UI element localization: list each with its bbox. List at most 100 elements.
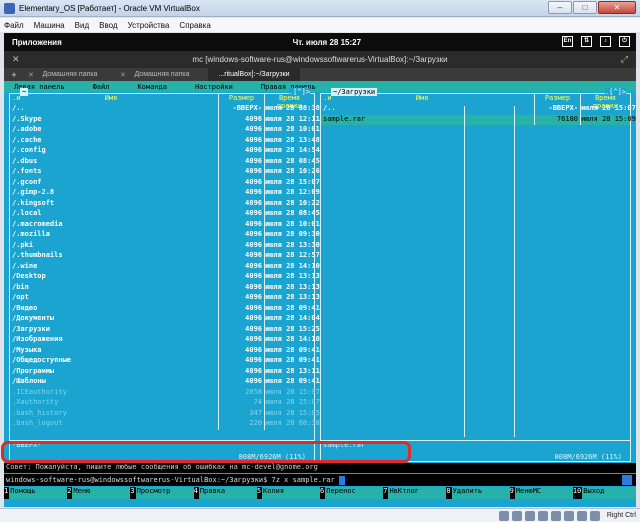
function-key-f2[interactable]: 2 Меню — [67, 487, 131, 499]
network-icon[interactable]: ⇅ — [581, 36, 592, 47]
file-row[interactable]: .bash_history 347 июля 28 15:05 — [10, 408, 320, 419]
file-row[interactable]: /.gimp-2.8 4096 июля 28 12:09 — [10, 188, 320, 199]
volume-icon[interactable]: ♪ — [600, 36, 611, 47]
function-key-f9[interactable]: 9 МенюМС — [509, 487, 573, 499]
maximize-button[interactable]: □ — [573, 1, 597, 14]
file-mtime: июля 28 15:07 — [264, 387, 320, 398]
col-size[interactable]: Размер — [534, 94, 580, 104]
file-row[interactable]: /.cache 4096 июля 28 13:48 — [10, 135, 320, 146]
file-name: /Загрузки — [12, 324, 50, 333]
file-row[interactable]: /.adobe 4096 июля 28 10:01 — [10, 125, 320, 136]
function-key-f10[interactable]: 10 Выход — [572, 487, 636, 499]
host-menu-item[interactable]: Машина — [34, 21, 65, 30]
file-name: /.wine — [12, 261, 38, 270]
power-icon[interactable]: ⏻ — [619, 36, 630, 47]
file-row[interactable]: /.dbus 4096 июля 28 08:45 — [10, 156, 320, 167]
host-menu-item[interactable]: Вид — [75, 21, 89, 30]
right-panel-header: .и Имя Размер Время правки — [321, 94, 630, 110]
mc-menu-item[interactable]: Файл — [93, 83, 110, 91]
file-row[interactable]: /.. -ВВЕРХ-июля 28 08:38 — [10, 104, 320, 115]
new-tab-icon[interactable]: + — [4, 70, 24, 80]
col-size[interactable]: Размер — [218, 94, 264, 104]
file-row[interactable]: /.fonts 4096 июля 28 10:26 — [10, 167, 320, 178]
panel-corner-controls[interactable]: .[^]> — [604, 88, 626, 96]
file-row[interactable]: /.wine 4096 июля 28 14:10 — [10, 261, 320, 272]
terminal-tab[interactable]: ✕ Домашняя папка — [116, 71, 208, 79]
file-name: /.gconf — [12, 177, 42, 186]
file-row[interactable]: /Загрузки 4096 июля 28 15:25 — [10, 324, 320, 335]
file-row[interactable]: .Xauthority 74 июля 28 15:07 — [10, 398, 320, 409]
file-row[interactable]: /Документы 4096 июля 28 14:04 — [10, 314, 320, 325]
col-name-sort[interactable]: .и — [323, 94, 331, 102]
panel-corner-controls[interactable]: .[^]> — [288, 88, 310, 96]
file-row[interactable]: /opt 4096 июля 28 13:13 — [10, 293, 320, 304]
file-row[interactable]: /Шаблоны 4096 июля 28 09:41 — [10, 377, 320, 388]
file-mtime: июля 28 09:41 — [264, 303, 320, 314]
function-key-f5[interactable]: 5 Копия — [256, 487, 321, 499]
terminal-maximize-icon[interactable]: ⤢ — [621, 54, 628, 65]
file-row[interactable]: /Desktop 4096 июля 28 13:13 — [10, 272, 320, 283]
close-button[interactable]: ✕ — [598, 1, 636, 14]
optical-drive-icon[interactable] — [511, 510, 522, 521]
function-key-f8[interactable]: 8 Удалить — [446, 487, 510, 499]
file-row[interactable]: /Видео 4096 июля 28 09:41 — [10, 303, 320, 314]
file-mtime: июля 28 15:07 — [264, 398, 320, 409]
mc-command-line[interactable]: windows-software-rus@windowssoftwarerus-… — [4, 474, 636, 486]
file-row[interactable]: /.local 4096 июля 28 08:45 — [10, 209, 320, 220]
file-row[interactable]: /.. -ВВЕРХ-июля 28 15:07 — [321, 104, 636, 115]
file-row[interactable]: /bin 4096 июля 28 13:13 — [10, 282, 320, 293]
file-name: .Xauthority — [12, 398, 59, 406]
function-key-f3[interactable]: 3 Просмотр — [130, 487, 194, 499]
file-mtime: июля 28 10:01 — [264, 219, 320, 230]
minimize-button[interactable]: – — [548, 1, 572, 14]
terminal-close-icon[interactable]: ✕ — [12, 54, 20, 65]
file-row[interactable]: .ICEauthority 2058 июля 28 15:07 — [10, 387, 320, 398]
function-key-f4[interactable]: 4 Правка — [193, 487, 257, 499]
host-title-bar: Elementary_OS [Работает] - Oracle VM Vir… — [0, 0, 640, 17]
host-menu-item[interactable]: Файл — [4, 21, 24, 30]
function-key-f6[interactable]: 6 Перенос — [320, 487, 384, 499]
col-name[interactable]: Имя — [105, 94, 118, 102]
file-row[interactable]: /.thumbnails 4096 июля 28 12:57 — [10, 251, 320, 262]
usb-icon[interactable] — [524, 510, 535, 521]
col-name-sort[interactable]: .и — [12, 94, 20, 102]
file-row[interactable]: /.kingsoft 4096 июля 28 10:22 — [10, 198, 320, 209]
file-row[interactable]: /.config 4096 июля 28 14:54 — [10, 146, 320, 157]
file-row[interactable]: /Музыка 4096 июля 28 09:41 — [10, 345, 320, 356]
function-key-f1[interactable]: 1 Помощь — [4, 487, 68, 499]
file-size: 76180 — [534, 114, 580, 125]
mc-menu-item[interactable]: Команда — [137, 83, 167, 91]
file-row[interactable]: sample.rar 76180 июля 28 15:09 — [321, 114, 636, 125]
col-name[interactable]: Имя — [416, 94, 429, 102]
file-row[interactable]: /.Skype 4096 июля 28 12:11 — [10, 114, 320, 125]
applications-menu[interactable]: Приложения — [12, 38, 62, 47]
hdd-icon[interactable] — [498, 510, 509, 521]
keyboard-capture-icon[interactable] — [589, 510, 600, 521]
file-row[interactable]: /.macromedia 4096 июля 28 10:01 — [10, 219, 320, 230]
file-row[interactable]: /.mozilla 4096 июля 28 09:30 — [10, 230, 320, 241]
file-name: /.pki — [12, 240, 34, 249]
file-mtime: июля 28 10:22 — [264, 198, 320, 209]
function-key-f7[interactable]: 7 НвКтлог — [383, 487, 447, 499]
network-adapter-icon[interactable] — [563, 510, 574, 521]
keyboard-layout-indicator[interactable]: En — [562, 36, 573, 47]
mouse-integration-icon[interactable] — [576, 510, 587, 521]
file-row[interactable]: /Изображения 4096 июля 28 14:10 — [10, 335, 320, 346]
terminal-tab-active[interactable]: ...ritualBox]:~/Загрузки — [208, 68, 300, 81]
file-row[interactable]: /.gconf 4096 июля 28 15:07 — [10, 177, 320, 188]
file-row[interactable]: /Общедоступные 4096 июля 28 09:41 — [10, 356, 320, 367]
host-menu-item[interactable]: Устройства — [128, 21, 170, 30]
mc-menu-item[interactable]: Настройки — [195, 83, 233, 91]
file-name: sample.rar — [323, 114, 366, 123]
file-row[interactable]: /.pki 4096 июля 28 13:30 — [10, 240, 320, 251]
file-row[interactable]: .bash_logout 220 июля 28 08:38 — [10, 419, 320, 430]
display-icon[interactable] — [550, 510, 561, 521]
host-menu-item[interactable]: Справка — [179, 21, 210, 30]
guest-clock[interactable]: Чт. июля 28 15:27 — [293, 38, 361, 47]
shared-folder-icon[interactable] — [537, 510, 548, 521]
host-menu-item[interactable]: Ввод — [99, 21, 117, 30]
right-panel[interactable]: ~/Загрузки .[^]> .и Имя Размер Время пра… — [320, 88, 636, 462]
file-row[interactable]: /Программы 4096 июля 28 13:11 — [10, 366, 320, 377]
left-panel[interactable]: ~ .[^]> .и Имя Размер Время правки /.. -В… — [9, 88, 320, 462]
terminal-tab[interactable]: ✕ Домашняя папка — [24, 71, 116, 79]
